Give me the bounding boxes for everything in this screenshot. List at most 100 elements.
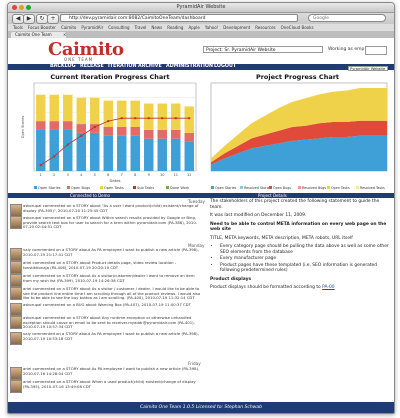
footer: Caimito One Team 1.0.5 Licensed to: Step…	[8, 402, 394, 413]
bar	[130, 127, 140, 136]
line-point	[134, 117, 137, 120]
avatar	[10, 332, 22, 345]
x-tick-label: 3	[67, 173, 69, 177]
address-bar[interactable]: http://dev.pyramidair.com:8082/CaimitoOn…	[60, 14, 298, 22]
bookmark-item[interactable]: News	[151, 25, 162, 30]
bookmark-item[interactable]: Resources	[255, 25, 275, 30]
line-point	[174, 117, 177, 120]
feed-entry-text[interactable]: valy commented on a STORY about As PA em…	[23, 247, 203, 257]
legend-swatch	[133, 186, 136, 189]
legend-label: Resolved Stories	[244, 186, 272, 190]
project-chart-panel: Project Progress Chart PyramidAir Websit…	[205, 66, 390, 191]
project-chart-selector[interactable]: PyramidAir Website	[348, 66, 388, 71]
line-point	[66, 143, 69, 146]
bookmark-item[interactable]: Caimito	[61, 25, 76, 30]
bar	[63, 129, 73, 171]
bar	[76, 97, 86, 125]
menu-backlog[interactable]: BACKLOG	[50, 64, 76, 70]
minimize-icon[interactable]	[19, 5, 24, 10]
description-header: Project Details	[258, 193, 287, 198]
feed-header: Connected to Demo	[70, 193, 110, 198]
feed-entry-text[interactable]: ariel commented on a STORY about As PA e…	[23, 366, 203, 376]
list-item: Product pages have these templated (i.e.…	[220, 263, 390, 274]
bookmark-item[interactable]: Development	[223, 25, 250, 30]
tab-label: Caimito One Team	[15, 32, 52, 37]
line-point	[161, 117, 164, 120]
bookmark-item[interactable]: OneCloud Books	[281, 25, 314, 30]
bar	[157, 138, 167, 171]
x-tick-label: 10	[160, 173, 164, 177]
bar	[76, 124, 86, 133]
bar	[103, 127, 113, 136]
bar	[130, 135, 140, 171]
feed-entry-text[interactable]: askorupal commented on a BUG about Warni…	[23, 302, 203, 308]
avatar	[10, 380, 22, 393]
bar	[184, 106, 194, 133]
avatar	[10, 303, 22, 316]
feed-entry-text[interactable]: askorupal commented on a STORY about "As…	[23, 203, 203, 213]
feed-entry-text[interactable]: askorupal commented on a STORY about Wit…	[23, 215, 203, 230]
activity-feed: Tuesday Monday Friday askorupal commented o…	[10, 199, 206, 399]
menu-release[interactable]: RELEASE	[80, 64, 104, 70]
add-icon[interactable]: +	[47, 14, 59, 24]
intro-text: The stakeholders of this project created…	[210, 199, 380, 210]
forward-icon[interactable]: ▶	[23, 14, 35, 24]
bookmark-item[interactable]: Consulting	[108, 25, 129, 30]
feed-entry-text[interactable]: ariel commented on a STORY about As a vi…	[23, 273, 203, 283]
product-line: Product displays should be formatted acc…	[210, 285, 390, 291]
menu-administration[interactable]: ADMINISTRATION	[166, 64, 213, 70]
bookmark-item[interactable]: Tools	[13, 25, 23, 30]
legend-label: Open Tasks	[104, 186, 124, 190]
browser-window: PyramidAir Website ◀ ▶ ↻ + http://dev.py…	[7, 2, 395, 414]
feed-entry-text[interactable]: valy commented on a STORY about As PA em…	[23, 331, 203, 341]
menu-logout[interactable]: LOGOUT	[214, 64, 236, 70]
bookmark-item[interactable]: Reading	[167, 25, 183, 30]
bar	[103, 100, 113, 127]
bookmark-item[interactable]: PyramidAir	[81, 25, 103, 30]
bookmark-item[interactable]: Focus Booster	[28, 25, 56, 30]
avatar	[10, 287, 22, 300]
bookmark-item[interactable]: Travel	[135, 25, 147, 30]
zoom-icon[interactable]	[26, 5, 31, 10]
x-tick-label: 2	[53, 173, 55, 177]
bar	[144, 129, 154, 139]
feed-entry-text[interactable]: ariel commented on a STORY about When a …	[23, 379, 203, 389]
feed-entry-text[interactable]: ariel commented on a STORY about As a vi…	[23, 286, 203, 301]
legend-swatch	[240, 186, 243, 189]
statement-list: Every category page should be pulling th…	[210, 244, 390, 274]
main-menu: BACKLOG RELEASE ITERATION ARCHIVE ADMINI…	[8, 64, 394, 70]
menu-archive[interactable]: ARCHIVE	[138, 64, 162, 70]
legend-label: Open Bugs	[273, 186, 291, 190]
working-as-label: Working as emp	[328, 47, 365, 52]
bar	[171, 103, 181, 130]
feed-entry-text[interactable]: ariel commented on a STORY about Product…	[23, 260, 203, 270]
bar	[103, 135, 113, 171]
project-selector[interactable]: Project: Sr. PyramidAir Website	[203, 46, 323, 53]
bookmark-item[interactable]: Apple	[188, 25, 199, 30]
bookmark-item[interactable]: Yahoo!	[205, 25, 218, 30]
project-chart-title: Project Progress Chart	[255, 73, 340, 81]
feed-entry-text[interactable]: askorupal commented on a STORY about Any…	[23, 315, 203, 330]
y-axis-label: Open Stories	[21, 116, 25, 139]
bar	[130, 100, 140, 127]
bar	[90, 132, 100, 171]
bar	[144, 138, 154, 171]
legend-label: Open Bugs	[71, 186, 90, 190]
close-icon[interactable]	[12, 5, 17, 10]
search-field[interactable]: Google	[308, 14, 386, 22]
role-selector[interactable]	[365, 46, 387, 55]
legend-swatch	[211, 186, 214, 189]
modified-text: It was last modified on December 11, 200…	[210, 213, 307, 218]
legend-swatch	[166, 186, 169, 189]
product-link[interactable]: PA-00	[322, 285, 334, 290]
menu-iteration[interactable]: ITERATION	[108, 64, 137, 70]
line-point	[80, 134, 83, 137]
legend-swatch	[67, 186, 70, 189]
legend-swatch	[298, 186, 301, 189]
bar	[117, 100, 127, 127]
legend-swatch	[327, 186, 330, 189]
list-item: valy commented on a STORY about As PA em…	[10, 331, 206, 346]
bar	[184, 132, 194, 142]
project-chart: Open Stories Resolved Stories Open Bugs Res…	[210, 82, 388, 190]
legend-swatch	[100, 186, 103, 189]
